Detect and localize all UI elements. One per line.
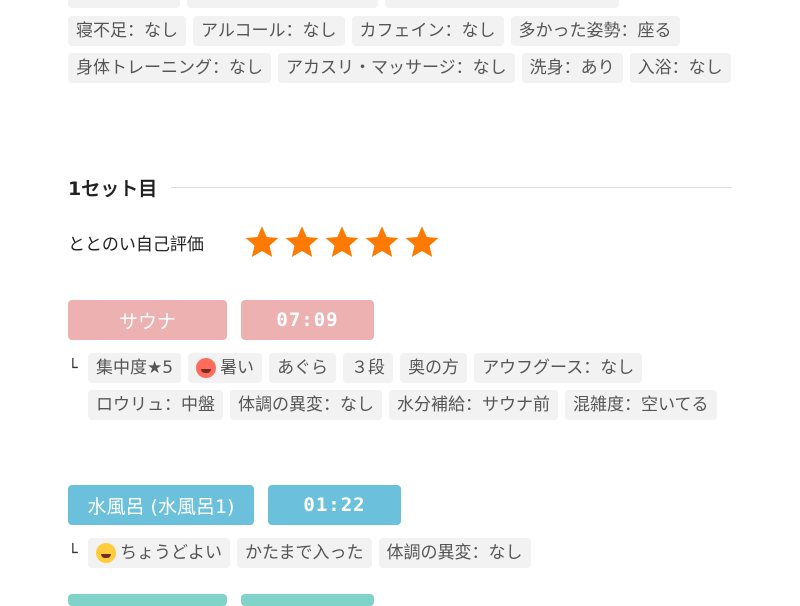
water-time-badge: 01:22 [268,485,401,525]
sauna-tag: あぐら [269,353,337,383]
next-step-peek [68,594,374,606]
set-header: 1セット目 [68,174,732,200]
sauna-tag: 体調の異変：なし [230,390,382,420]
water-details: └ ちょうどよい かたまで入った 体調の異変：なし [68,538,732,568]
sauna-tag: 暑い [188,353,263,383]
rating-label: ととのい自己評価 [68,234,204,255]
next-step-time-badge [241,594,374,606]
sauna-tag: アウフグース：なし [474,353,643,383]
next-step-label-badge [68,594,227,606]
star-icon [365,226,399,257]
sauna-tag: 混雑度：空いてる [565,390,717,420]
condition-tag: … [385,0,619,8]
sauna-tag: 奥の方 [400,353,468,383]
set-title: 1セット目 [68,177,158,200]
branch-icon: └ [68,358,78,377]
top-tags-cut: … … … [68,0,732,8]
sauna-time-badge: 07:09 [241,300,374,340]
condition-tag: 身体トレーニング：なし [68,53,271,83]
star-icon [325,226,359,257]
condition-tag: アルコール：なし [193,16,345,46]
star-icon [245,226,279,257]
water-label-badge: 水風呂 (水風呂1) [68,485,254,525]
condition-tag: 入浴：なし [629,53,731,83]
sauna-details: └ 集中度★5 暑い あぐら ３段 奥の方 アウフグース：なし ロウリュ：中盤 … [68,353,732,420]
sauna-tag: ３段 [343,353,394,383]
water-tag: かたまで入った [237,538,372,568]
condition-tag: … [187,0,378,8]
sauna-label-badge: サウナ [68,300,227,340]
water-step: 水風呂 (水風呂1) 01:22 [68,485,401,525]
rating-row: ととのい自己評価 [68,224,440,260]
set-divider [171,186,732,188]
sauna-step: サウナ 07:09 [68,300,374,340]
star-icon [405,226,439,257]
condition-tag: カフェイン：なし [351,16,504,46]
branch-icon: └ [68,543,78,562]
water-tag: 体調の異変：なし [378,538,531,568]
condition-tag: 多かった姿勢：座る [510,16,680,46]
sauna-tag: ロウリュ：中盤 [88,390,223,420]
condition-tag: 洗身：あり [521,53,623,83]
rating-stars [244,224,440,260]
star-icon [285,226,319,257]
condition-tag: 寝不足：なし [68,16,186,46]
hot-face-icon [196,358,217,378]
water-tag: ちょうどよい [88,538,230,568]
sauna-tag: 水分補給：サウナ前 [389,390,558,420]
condition-tag: アカスリ・マッサージ：なし [278,53,515,83]
condition-tag: … [68,0,180,8]
sauna-tag: 集中度★5 [88,353,182,383]
condition-tags: 寝不足：なし アルコール：なし カフェイン：なし 多かった姿勢：座る 身体トレー… [68,16,732,83]
grinning-face-icon [96,543,116,563]
